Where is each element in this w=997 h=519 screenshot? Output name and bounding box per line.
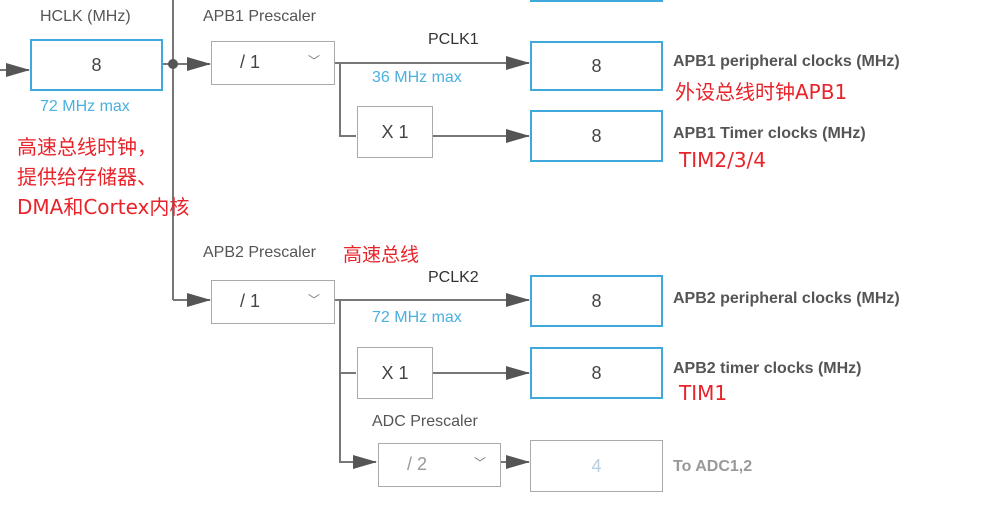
apb1-timer-note: TIM2/3/4 — [679, 148, 767, 172]
apb2-timer-multiplier: X 1 — [357, 347, 433, 399]
chevron-down-icon: ﹀ — [307, 54, 320, 68]
apb2-timer-note: TIM1 — [679, 381, 728, 405]
apb1-timer-clock-input[interactable]: 8 — [530, 110, 663, 162]
apb2-note: 高速总线 — [343, 244, 420, 266]
apb2-timer-label: APB2 timer clocks (MHz) — [673, 360, 862, 377]
apb1-prescaler-select[interactable]: / 1 ﹀ — [211, 41, 335, 85]
apb2-prescaler-label: APB2 Prescaler — [203, 244, 316, 261]
hclk-note-2: 提供给存储器、 — [17, 165, 157, 189]
pclk2-label: PCLK2 — [428, 269, 479, 286]
apb2-peripheral-clock-input[interactable]: 8 — [530, 275, 663, 327]
adc-prescaler-label: ADC Prescaler — [372, 413, 478, 430]
apb1-prescaler-value: / 1 — [240, 52, 261, 72]
apb1-timer-multiplier: X 1 — [357, 106, 433, 158]
top-clock-box[interactable] — [530, 0, 663, 2]
hclk-label: HCLK (MHz) — [40, 8, 131, 25]
apb1-prescaler-label: APB1 Prescaler — [203, 8, 316, 25]
apb1-max: 36 MHz max — [372, 69, 462, 86]
apb1-peripheral-label: APB1 peripheral clocks (MHz) — [673, 53, 900, 70]
hclk-note-1: 高速总线时钟， — [17, 135, 157, 159]
apb1-timer-label: APB1 Timer clocks (MHz) — [673, 125, 866, 142]
apb2-prescaler-select[interactable]: / 1 ﹀ — [211, 280, 335, 324]
chevron-down-icon: ﹀ — [473, 456, 486, 470]
apb2-max: 72 MHz max — [372, 309, 462, 326]
adc-prescaler-select[interactable]: / 2 ﹀ — [378, 443, 501, 487]
adc-clock-input[interactable]: 4 — [530, 440, 663, 492]
adc-prescaler-value: / 2 — [407, 454, 428, 474]
adc-label: To ADC1,2 — [673, 458, 753, 475]
apb2-timer-clock-input[interactable]: 8 — [530, 347, 663, 399]
pclk1-label: PCLK1 — [428, 31, 479, 48]
apb1-peripheral-clock-input[interactable]: 8 — [530, 41, 663, 91]
hclk-note-3: DMA和Cortex内核 — [17, 195, 190, 219]
apb1-note: 外设总线时钟APB1 — [675, 80, 848, 104]
apb2-peripheral-label: APB2 peripheral clocks (MHz) — [673, 290, 900, 307]
hclk-input[interactable]: 8 — [30, 39, 163, 91]
chevron-down-icon: ﹀ — [307, 293, 320, 307]
hclk-max: 72 MHz max — [40, 98, 130, 115]
apb2-prescaler-value: / 1 — [240, 291, 261, 311]
